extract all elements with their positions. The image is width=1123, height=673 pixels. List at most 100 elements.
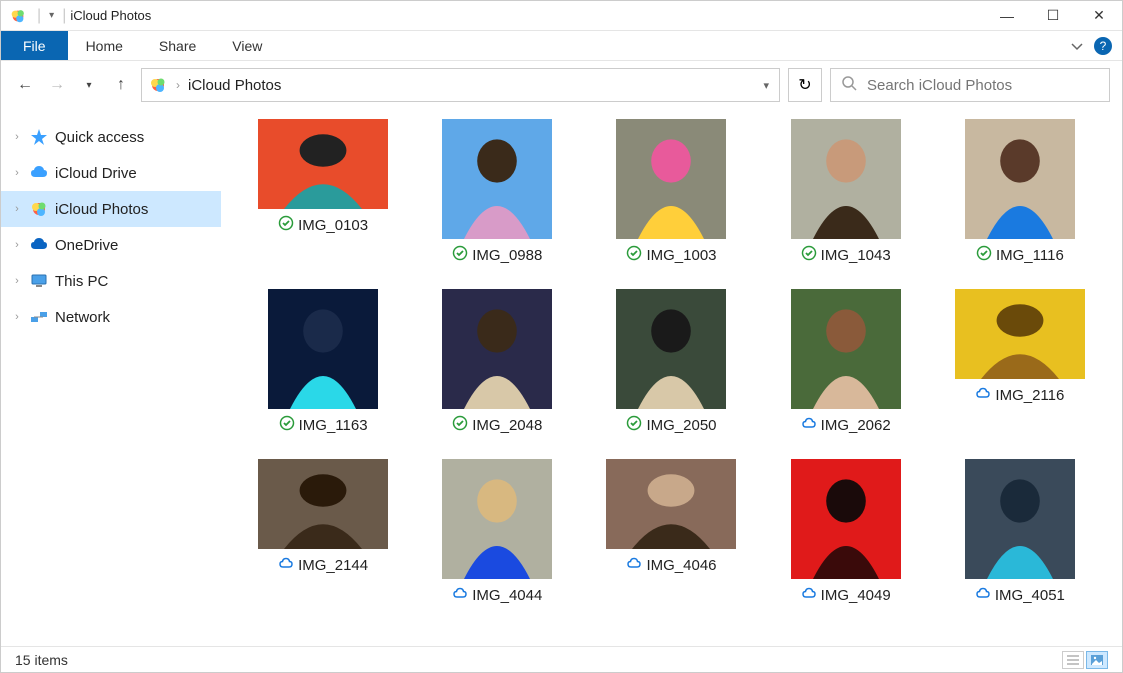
sidebar-item-quick-access[interactable]: › Quick access	[1, 119, 221, 155]
photo-item[interactable]: IMG_1003	[589, 119, 753, 265]
tab-share[interactable]: Share	[141, 31, 214, 60]
address-bar[interactable]: › iCloud Photos ▾	[141, 68, 780, 102]
photo-caption: IMG_1043	[801, 245, 891, 265]
photo-caption: IMG_1163	[279, 415, 368, 435]
photo-thumbnail[interactable]	[442, 459, 552, 579]
photo-name: IMG_2144	[298, 557, 368, 574]
photo-thumbnail[interactable]	[965, 459, 1075, 579]
sidebar-item-network[interactable]: ›Network	[1, 299, 221, 335]
sidebar-item-label: iCloud Photos	[55, 201, 148, 218]
photo-thumbnail[interactable]	[442, 119, 552, 239]
photo-caption: IMG_0988	[452, 245, 542, 265]
photo-item[interactable]: IMG_1163	[241, 289, 405, 435]
icloud-drive-icon	[29, 163, 49, 183]
photo-item[interactable]: IMG_0103	[241, 119, 405, 265]
sidebar: ›Quick access›iCloud Drive›iCloud Photos…	[1, 109, 221, 646]
photo-thumbnail[interactable]	[616, 119, 726, 239]
cloud-icon	[626, 555, 642, 575]
forward-button[interactable]: →	[45, 73, 69, 97]
photo-item[interactable]: IMG_2048	[415, 289, 579, 435]
app-icon	[9, 7, 27, 25]
photo-item[interactable]: IMG_4044	[415, 459, 579, 605]
thumbnails-view-button[interactable]	[1086, 651, 1108, 669]
photo-thumbnail[interactable]	[258, 459, 388, 549]
sidebar-item-icloud-photos[interactable]: › iCloud Photos	[1, 191, 221, 227]
expand-icon[interactable]: ›	[11, 275, 23, 287]
refresh-button[interactable]: ↻	[788, 68, 822, 102]
sidebar-item-this-pc[interactable]: ›This PC	[1, 263, 221, 299]
photo-thumbnail[interactable]	[791, 459, 901, 579]
photo-thumbnail[interactable]	[258, 119, 388, 209]
quick-access-dropdown-icon[interactable]: ▾	[49, 10, 54, 21]
sidebar-item-icloud-drive[interactable]: ›iCloud Drive	[1, 155, 221, 191]
ribbon-expand-icon[interactable]	[1060, 31, 1094, 60]
icloud-photos-icon	[29, 199, 49, 219]
photo-name: IMG_2048	[472, 417, 542, 434]
help-button[interactable]: ?	[1094, 37, 1112, 55]
photo-caption: IMG_2116	[975, 385, 1064, 405]
minimize-button[interactable]: —	[984, 1, 1030, 31]
address-dropdown-icon[interactable]: ▾	[759, 79, 773, 92]
photo-caption: IMG_4049	[801, 585, 891, 605]
photo-name: IMG_2050	[646, 417, 716, 434]
onedrive-icon	[29, 235, 49, 255]
cloud-icon	[801, 585, 817, 605]
expand-icon[interactable]: ›	[11, 311, 23, 323]
details-view-button[interactable]	[1062, 651, 1084, 669]
photo-thumbnail[interactable]	[791, 119, 901, 239]
photo-item[interactable]: IMG_2050	[589, 289, 753, 435]
synced-icon	[452, 245, 468, 265]
photo-item[interactable]: IMG_1043	[764, 119, 928, 265]
navigation-row: ← → ▾ ↑ › iCloud Photos ▾ ↻	[1, 61, 1122, 109]
sidebar-item-onedrive[interactable]: ›OneDrive	[1, 227, 221, 263]
photo-caption: IMG_1116	[976, 245, 1064, 265]
photo-item[interactable]: IMG_4049	[764, 459, 928, 605]
up-button[interactable]: ↑	[109, 73, 133, 97]
synced-icon	[976, 245, 992, 265]
breadcrumb-current[interactable]: iCloud Photos	[188, 77, 281, 94]
content-pane[interactable]: IMG_0103 IMG_0988 IMG_1003 IMG_1043 IMG_1116…	[221, 109, 1122, 646]
close-button[interactable]: ✕	[1076, 1, 1122, 31]
photo-thumbnail[interactable]	[268, 289, 378, 409]
photo-caption: IMG_2050	[626, 415, 716, 435]
expand-icon[interactable]: ›	[11, 131, 23, 143]
photo-item[interactable]: IMG_4051	[938, 459, 1102, 605]
recent-dropdown[interactable]: ▾	[77, 73, 101, 97]
photo-thumbnail[interactable]	[442, 289, 552, 409]
photo-thumbnail[interactable]	[791, 289, 901, 409]
photo-caption: IMG_4046	[626, 555, 716, 575]
cloud-icon	[975, 585, 991, 605]
photo-thumbnail[interactable]	[616, 289, 726, 409]
photo-thumbnail[interactable]	[606, 459, 736, 549]
back-button[interactable]: ←	[13, 73, 37, 97]
photo-name: IMG_4049	[821, 587, 891, 604]
photo-thumbnail[interactable]	[955, 289, 1085, 379]
photo-item[interactable]: IMG_0988	[415, 119, 579, 265]
photo-name: IMG_2062	[821, 417, 891, 434]
expand-icon[interactable]: ›	[11, 167, 23, 179]
photo-name: IMG_1043	[821, 247, 891, 264]
file-tab[interactable]: File	[1, 31, 68, 60]
search-icon	[841, 75, 857, 95]
photo-caption: IMG_2062	[801, 415, 891, 435]
photo-thumbnail[interactable]	[965, 119, 1075, 239]
photo-item[interactable]: IMG_2116	[938, 289, 1102, 435]
ribbon: File Home Share View ?	[1, 31, 1122, 61]
tab-home[interactable]: Home	[68, 31, 141, 60]
tab-view[interactable]: View	[214, 31, 280, 60]
synced-icon	[279, 415, 295, 435]
photo-item[interactable]: IMG_4046	[589, 459, 753, 605]
photo-item[interactable]: IMG_2144	[241, 459, 405, 605]
search-box[interactable]	[830, 68, 1110, 102]
search-input[interactable]	[867, 77, 1099, 94]
photo-item[interactable]: IMG_1116	[938, 119, 1102, 265]
expand-icon[interactable]: ›	[11, 239, 23, 251]
sidebar-item-label: Quick access	[55, 129, 144, 146]
maximize-button[interactable]: ☐	[1030, 1, 1076, 31]
photo-name: IMG_4051	[995, 587, 1065, 604]
title-bar: | ▾ | iCloud Photos — ☐ ✕	[1, 1, 1122, 31]
status-bar: 15 items	[1, 646, 1122, 672]
expand-icon[interactable]: ›	[11, 203, 23, 215]
cloud-icon	[278, 555, 294, 575]
photo-item[interactable]: IMG_2062	[764, 289, 928, 435]
